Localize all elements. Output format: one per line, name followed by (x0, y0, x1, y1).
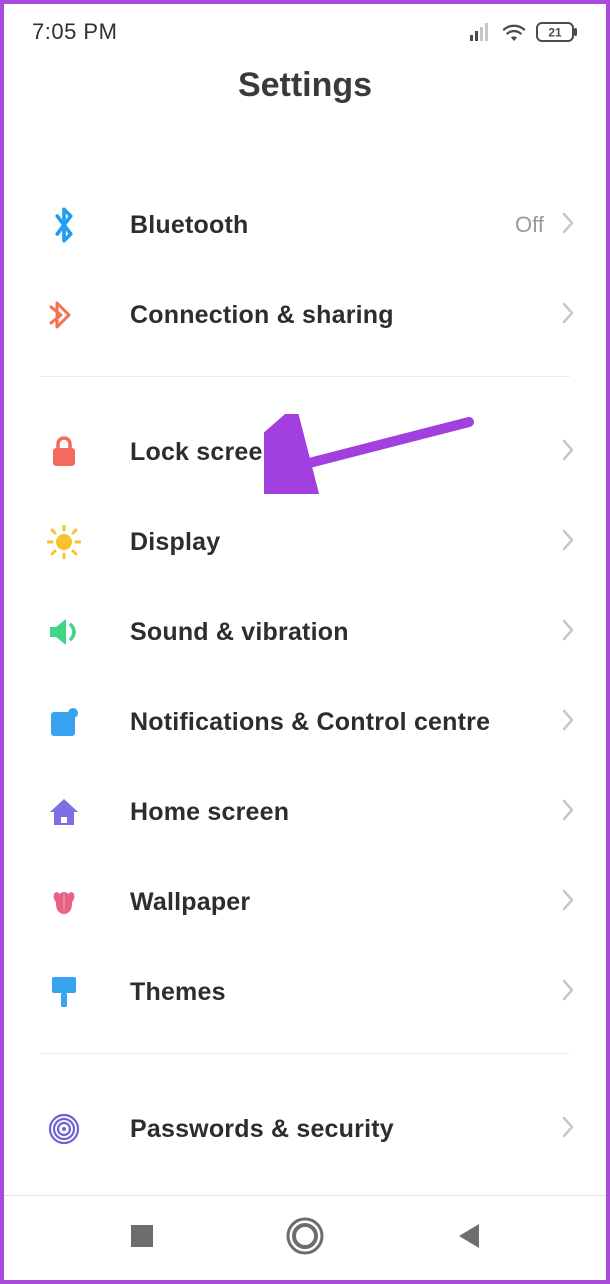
divider (40, 1053, 570, 1054)
status-icons: 21 (470, 22, 578, 42)
settings-list: Bluetooth Off Connection & sharing (4, 180, 606, 1174)
chevron-right-icon (562, 979, 574, 1006)
chevron-right-icon (562, 889, 574, 916)
battery-icon: 21 (536, 22, 578, 42)
chevron-right-icon (562, 302, 574, 329)
settings-item-lockscreen[interactable]: Lock screen (4, 407, 606, 497)
wifi-icon (502, 23, 526, 41)
settings-item-label: Display (88, 528, 562, 557)
settings-item-label: Wallpaper (88, 888, 562, 917)
page-title: Settings (4, 66, 606, 105)
share-icon (40, 300, 88, 330)
nav-recents-button[interactable] (129, 1223, 155, 1254)
nav-home-button[interactable] (285, 1216, 325, 1261)
divider (40, 376, 570, 377)
flower-icon (40, 886, 88, 918)
chevron-right-icon (562, 439, 574, 466)
settings-item-label: Notifications & Control centre (88, 708, 562, 737)
settings-item-value: Off (515, 212, 544, 238)
settings-item-label: Bluetooth (88, 211, 515, 240)
chevron-right-icon (562, 212, 574, 239)
settings-item-home[interactable]: Home screen (4, 767, 606, 857)
settings-item-bluetooth[interactable]: Bluetooth Off (4, 180, 606, 270)
lock-icon (40, 436, 88, 468)
settings-item-label: Passwords & security (88, 1115, 562, 1144)
fingerprint-icon (40, 1113, 88, 1145)
settings-item-label: Home screen (88, 798, 562, 827)
settings-item-label: Connection & sharing (88, 301, 562, 330)
chevron-right-icon (562, 1116, 574, 1143)
svg-text:21: 21 (548, 26, 562, 40)
settings-item-display[interactable]: Display (4, 497, 606, 587)
sound-icon (40, 617, 88, 647)
settings-item-themes[interactable]: Themes (4, 947, 606, 1037)
navigation-bar (4, 1195, 606, 1280)
signal-icon (470, 23, 492, 41)
chevron-right-icon (562, 529, 574, 556)
settings-item-label: Themes (88, 978, 562, 1007)
chevron-right-icon (562, 709, 574, 736)
notifications-icon (40, 707, 88, 737)
settings-item-sound[interactable]: Sound & vibration (4, 587, 606, 677)
sun-icon (40, 525, 88, 559)
home-icon (40, 797, 88, 827)
settings-item-label: Lock screen (88, 438, 562, 467)
bluetooth-icon (40, 207, 88, 243)
status-time: 7:05 PM (32, 19, 117, 45)
settings-item-wallpaper[interactable]: Wallpaper (4, 857, 606, 947)
settings-item-notifications[interactable]: Notifications & Control centre (4, 677, 606, 767)
nav-back-button[interactable] (455, 1222, 481, 1255)
status-bar: 7:05 PM (4, 4, 606, 60)
settings-item-connection[interactable]: Connection & sharing (4, 270, 606, 360)
settings-item-label: Sound & vibration (88, 618, 562, 647)
settings-item-passwords[interactable]: Passwords & security (4, 1084, 606, 1174)
brush-icon (40, 975, 88, 1009)
chevron-right-icon (562, 619, 574, 646)
chevron-right-icon (562, 799, 574, 826)
